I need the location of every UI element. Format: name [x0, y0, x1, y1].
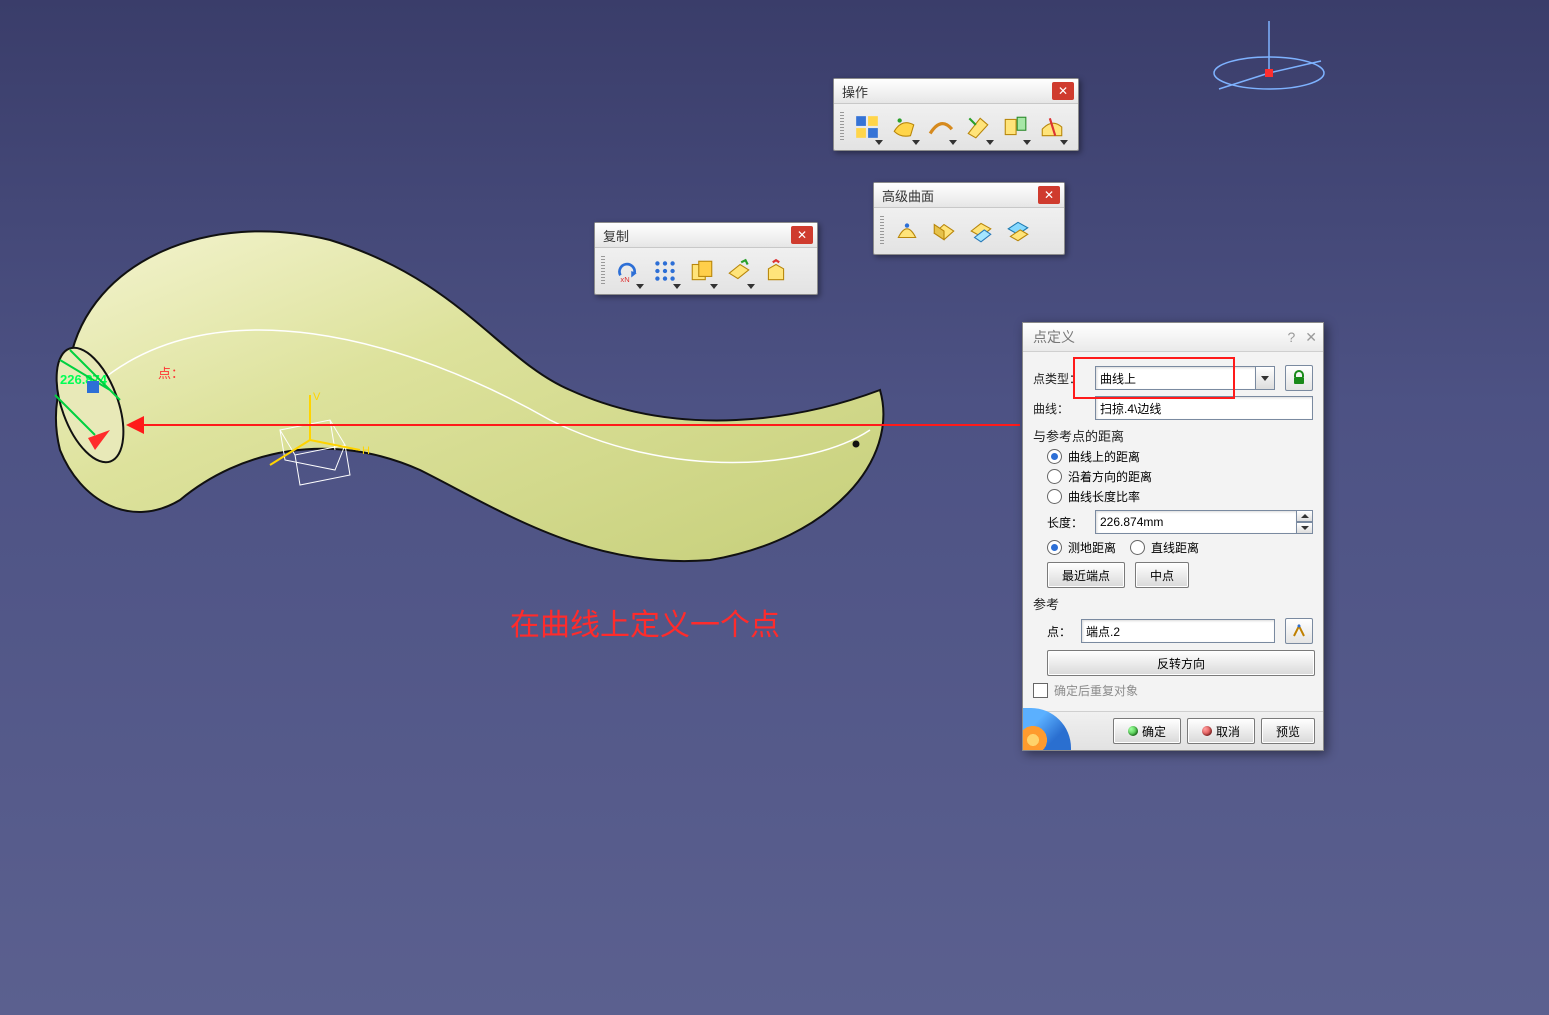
- split-icon[interactable]: [1034, 109, 1070, 145]
- object-repetition-icon[interactable]: xN: [610, 253, 646, 289]
- radio-curve-length-ratio[interactable]: 曲线长度比率: [1047, 488, 1313, 505]
- annotation-arrowhead: [126, 416, 146, 434]
- reference-point-field[interactable]: 端点.2: [1081, 619, 1275, 643]
- end-marker: [40, 340, 160, 480]
- annotation-leader: [140, 424, 1020, 426]
- local-axis-gizmo[interactable]: V H: [250, 390, 400, 500]
- styling-surface-icon[interactable]: [926, 213, 962, 249]
- length-label: 长度：: [1047, 514, 1089, 531]
- svg-text:xN: xN: [620, 275, 629, 284]
- match-surface-icon[interactable]: [1000, 213, 1036, 249]
- dialog-title: 点定义: [1033, 327, 1075, 347]
- checkbox-icon: [1033, 683, 1048, 698]
- view-compass[interactable]: [1209, 15, 1349, 105]
- preview-button[interactable]: 预览: [1261, 718, 1315, 744]
- help-icon[interactable]: ?: [1287, 329, 1295, 346]
- midpoint-button[interactable]: 中点: [1135, 562, 1189, 588]
- nearest-endpoint-button[interactable]: 最近端点: [1047, 562, 1125, 588]
- toolbar-grip[interactable]: [880, 216, 884, 246]
- point-definition-dialog[interactable]: 点定义 ? ✕ 点类型： 曲线上 曲线： 扫掠.4\边线: [1022, 322, 1324, 751]
- chevron-down-icon[interactable]: [1256, 366, 1275, 390]
- annotation-highlight-box: [1073, 357, 1235, 399]
- annotation-text: 在曲线上定义一个点: [510, 600, 780, 644]
- close-icon[interactable]: ✕: [1305, 329, 1317, 346]
- construction-element-icon[interactable]: [1285, 618, 1313, 644]
- radio-distance-along-direction[interactable]: 沿着方向的距离: [1047, 468, 1313, 485]
- distance-group-label: 与参考点的距离: [1033, 426, 1313, 445]
- toolbar-grip[interactable]: [840, 112, 844, 142]
- ok-button[interactable]: 确定: [1113, 718, 1181, 744]
- svg-text:H: H: [362, 445, 370, 457]
- ok-led-icon: [1128, 726, 1138, 736]
- length-spinner[interactable]: [1297, 510, 1313, 534]
- toolbar-advanced-surface[interactable]: 高级曲面 ✕: [873, 182, 1065, 255]
- radio-icon: [1130, 540, 1145, 555]
- point-callout-label: 点：: [158, 363, 184, 382]
- pattern-grid-icon[interactable]: [647, 253, 683, 289]
- radio-icon: [1047, 489, 1062, 504]
- toolbar-advanced-surface-title: 高级曲面: [882, 186, 934, 205]
- radio-icon: [1047, 540, 1062, 555]
- bump-icon[interactable]: [889, 213, 925, 249]
- close-icon[interactable]: ✕: [1038, 186, 1060, 204]
- toolbar-copy-title: 复制: [603, 226, 629, 245]
- lock-type-icon[interactable]: [1285, 365, 1313, 391]
- close-icon[interactable]: ✕: [1052, 82, 1074, 100]
- toolbar-grip[interactable]: [601, 256, 605, 286]
- disassemble-icon[interactable]: [997, 109, 1033, 145]
- length-input[interactable]: 226.874mm: [1095, 510, 1297, 534]
- close-icon[interactable]: ✕: [791, 226, 813, 244]
- svg-text:V: V: [313, 391, 321, 403]
- duplicate-geometry-icon[interactable]: [684, 253, 720, 289]
- viewport-3d[interactable]: V H 点： 226.874 在曲线上定义一个点 操作 ✕ 高: [0, 0, 1549, 1015]
- cancel-button[interactable]: 取消: [1187, 718, 1255, 744]
- radio-geodesic[interactable]: 测地距离: [1047, 539, 1116, 556]
- curve-smooth-icon[interactable]: [923, 109, 959, 145]
- sheet-copy-icon[interactable]: [721, 253, 757, 289]
- reference-point-label: 点：: [1047, 623, 1075, 640]
- radio-euclidean[interactable]: 直线距离: [1130, 539, 1199, 556]
- toolbar-operations[interactable]: 操作 ✕: [833, 78, 1079, 151]
- toolbar-operations-title: 操作: [842, 82, 868, 101]
- join-icon[interactable]: [849, 109, 885, 145]
- radio-icon: [1047, 449, 1062, 464]
- toolbar-copy[interactable]: 复制 ✕ xN: [594, 222, 818, 295]
- part-copy-icon[interactable]: [758, 253, 794, 289]
- curve-field[interactable]: 扫掠.4\边线: [1095, 396, 1313, 420]
- untrim-icon[interactable]: [960, 109, 996, 145]
- reference-group-label: 参考: [1033, 594, 1313, 613]
- blend-surface-icon[interactable]: [963, 213, 999, 249]
- curve-label: 曲线：: [1033, 400, 1089, 417]
- cancel-led-icon: [1202, 726, 1212, 736]
- radio-icon: [1047, 469, 1062, 484]
- heal-icon[interactable]: [886, 109, 922, 145]
- radio-distance-on-curve[interactable]: 曲线上的距离: [1047, 448, 1313, 465]
- reverse-direction-button[interactable]: 反转方向: [1047, 650, 1315, 676]
- repeat-checkbox[interactable]: 确定后重复对象: [1033, 682, 1313, 699]
